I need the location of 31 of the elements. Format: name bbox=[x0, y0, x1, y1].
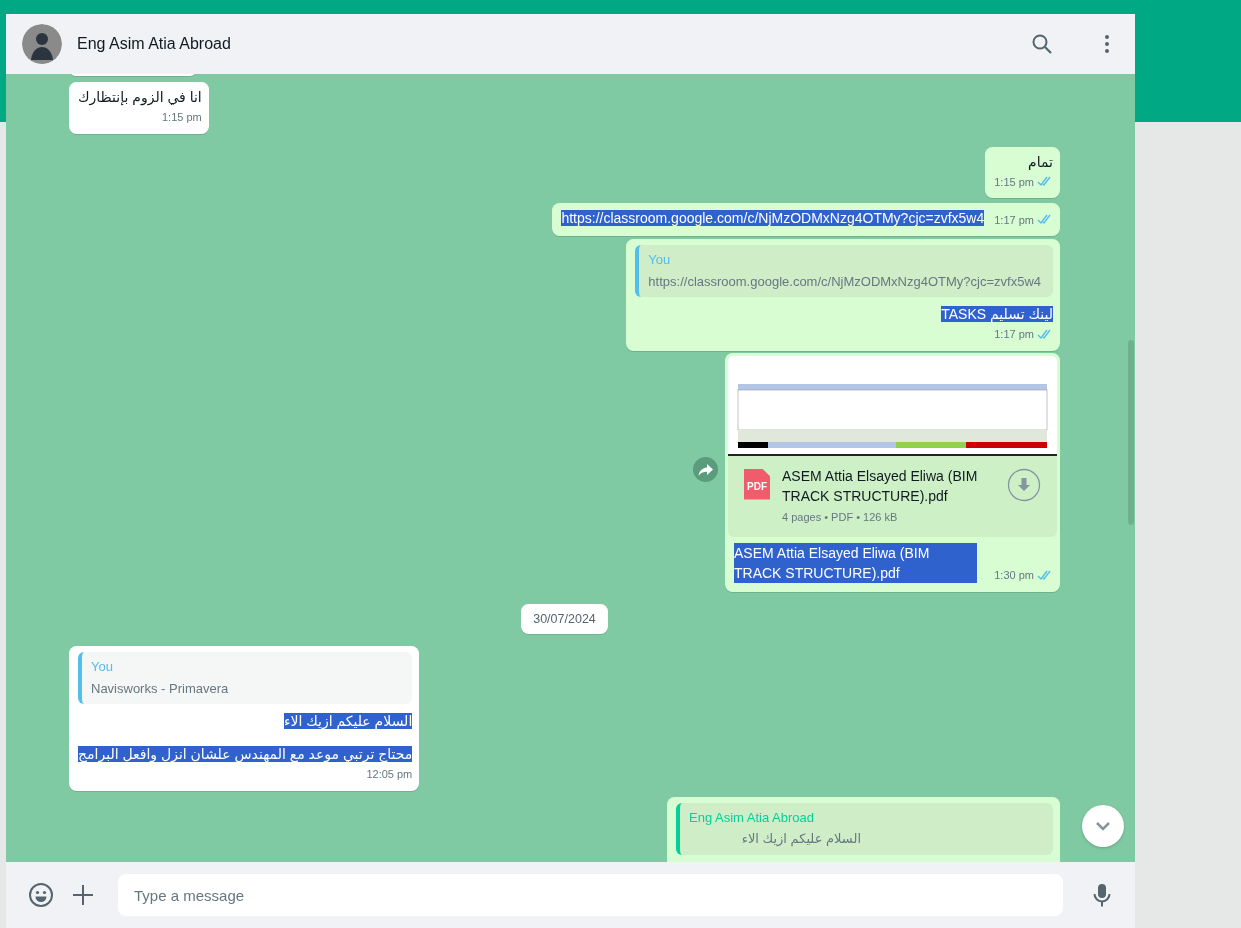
quote-author: You bbox=[91, 658, 114, 677]
message-time: 1:15 pm bbox=[162, 110, 202, 125]
message-time: 12:05 pm bbox=[366, 767, 413, 783]
message-text: ASEM Attia Elsayed Eliwa (BIM TRACK STRUCTURE).pdf bbox=[734, 543, 977, 583]
forward-icon[interactable] bbox=[693, 456, 718, 482]
file-details: 4 pages • PDF • 126 kB bbox=[782, 509, 899, 525]
pdf-icon: PDF bbox=[744, 468, 770, 500]
quote-text: https://classroom.google.com/c/NjMzODMxNzg4OTMy?cjc=zvfx5w4 bbox=[648, 272, 1041, 291]
message-text: لينك تسليم TASKS bbox=[941, 306, 1053, 322]
quote-author: Eng Asim Atia Abroad bbox=[689, 808, 816, 827]
message-text: محتاج ترتبي موعد مع المهندس علشان انزل وافعل البرامج bbox=[78, 746, 413, 763]
message-text: انا في الزوم بإنتظارك bbox=[78, 89, 202, 105]
plus-icon[interactable] bbox=[70, 882, 96, 908]
search-icon[interactable] bbox=[1030, 32, 1054, 56]
quote-author: You bbox=[648, 251, 672, 269]
quote-text: Navisworks - Primavera bbox=[91, 679, 230, 698]
scrollbar[interactable] bbox=[1128, 340, 1134, 525]
emoji-icon[interactable] bbox=[28, 882, 54, 908]
quote-text: السلام عليكم ازيك الاء bbox=[740, 830, 862, 849]
message-time: 1:15 pm bbox=[994, 174, 1034, 190]
date-label: 30/07/2024 bbox=[521, 603, 608, 635]
message-time: 1:17 pm bbox=[994, 327, 1034, 342]
message-text: تمام bbox=[1028, 153, 1053, 170]
message-time: 1:17 pm bbox=[994, 212, 1034, 228]
message-input[interactable]: Type a message bbox=[118, 874, 1063, 916]
message-text: https://classroom.google.com/c/NjMzODMxNzg4OTMy?cjc=zvfx5w4 bbox=[561, 210, 985, 226]
message-time: 1:30 pm bbox=[994, 568, 1034, 583]
document-attachment[interactable]: PDF ASEM Attia Elsayed Eliwa (BIM TRACK STRUCTURE).pdf 4 pages • PDF • 126 kB bbox=[728, 455, 1057, 537]
message-text: السلام عليكم ازيك الاء bbox=[283, 713, 413, 730]
avatar[interactable] bbox=[22, 24, 62, 64]
file-name: ASEM Attia Elsayed Eliwa (BIM TRACK STRUCTURE).pdf bbox=[782, 466, 979, 506]
